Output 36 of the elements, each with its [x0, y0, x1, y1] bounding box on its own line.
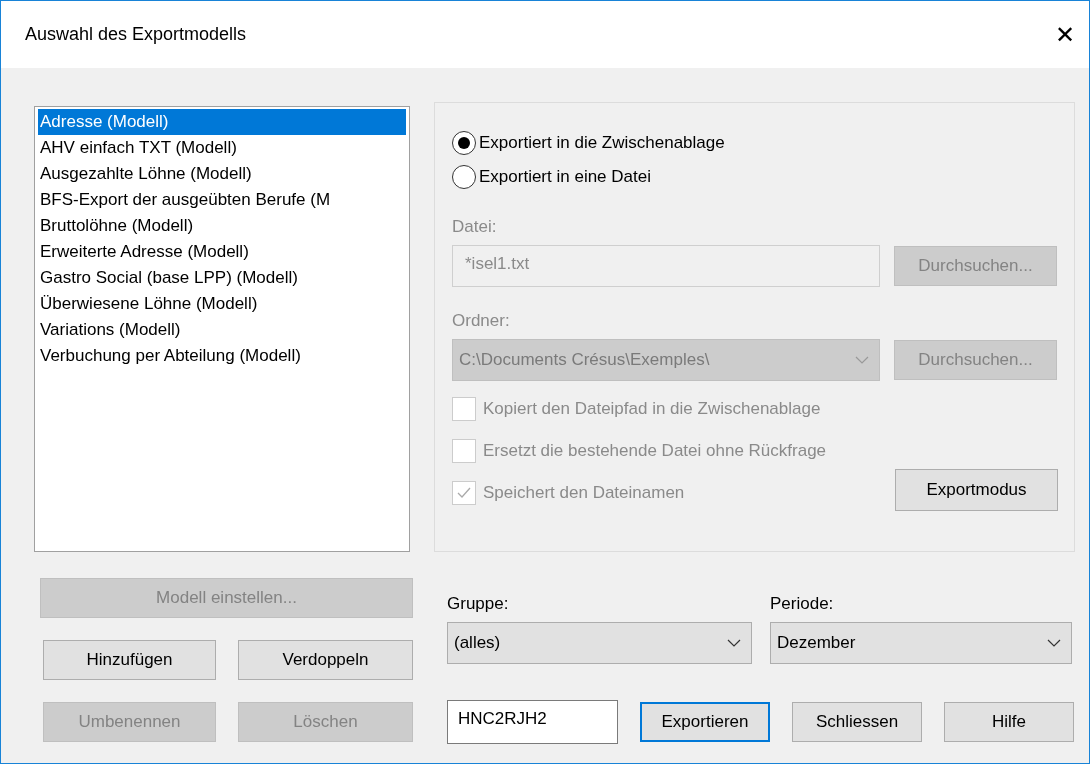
- list-item[interactable]: Gastro Social (base LPP) (Modell): [38, 265, 406, 291]
- radio-label: Exportiert in eine Datei: [479, 167, 651, 187]
- field-label: Datei:: [452, 217, 497, 237]
- field-label: Gruppe:: [447, 594, 510, 614]
- field-label: Periode:: [770, 594, 835, 614]
- dialog-button[interactable]: Schliessen: [792, 702, 922, 742]
- chevron-down-icon: [727, 639, 741, 647]
- export-mode-button[interactable]: Exportmodus: [895, 469, 1058, 511]
- list-item[interactable]: BFS-Export der ausgeübten Berufe (M: [38, 187, 406, 213]
- field-label: Ordner:: [452, 311, 510, 331]
- checkbox-label: Kopiert den Dateipfad in die Zwischenablage: [483, 399, 821, 419]
- checkbox-label: Ersetzt die bestehende Datei ohne Rückfrage: [483, 441, 827, 461]
- list-item[interactable]: Adresse (Modell): [38, 109, 406, 135]
- list-item[interactable]: AHV einfach TXT (Modell): [38, 135, 406, 161]
- list-item[interactable]: Erweiterte Adresse (Modell): [38, 239, 406, 265]
- list-item[interactable]: Bruttolöhne (Modell): [38, 213, 406, 239]
- checkbox-label: Speichert den Dateinamen: [483, 483, 685, 503]
- chevron-down-icon: [1047, 639, 1061, 647]
- close-button[interactable]: ✕: [1046, 16, 1083, 53]
- list-item[interactable]: Variations (Modell): [38, 317, 406, 343]
- dialog-button[interactable]: Exportieren: [640, 702, 770, 742]
- model-button[interactable]: Hinzufügen: [43, 640, 216, 680]
- window-title: Auswahl des Exportmodells: [25, 24, 247, 45]
- radio-button[interactable]: [452, 165, 476, 189]
- dialog-button[interactable]: Hilfe: [944, 702, 1074, 742]
- list-item[interactable]: Überwiesene Löhne (Modell): [38, 291, 406, 317]
- list-item[interactable]: Ausgezahlte Löhne (Modell): [38, 161, 406, 187]
- radio-label: Exportiert in die Zwischenablage: [479, 133, 725, 153]
- list-item[interactable]: Verbuchung per Abteilung (Modell): [38, 343, 406, 369]
- model-list[interactable]: [34, 106, 410, 552]
- code-field[interactable]: HNC2RJH2: [447, 700, 618, 744]
- model-button[interactable]: Verdoppeln: [238, 640, 413, 680]
- period-dropdown[interactable]: Dezember: [770, 622, 1072, 664]
- radio-button[interactable]: [452, 131, 476, 155]
- group-dropdown[interactable]: (alles): [447, 622, 752, 664]
- chevron-down-icon: [855, 356, 869, 364]
